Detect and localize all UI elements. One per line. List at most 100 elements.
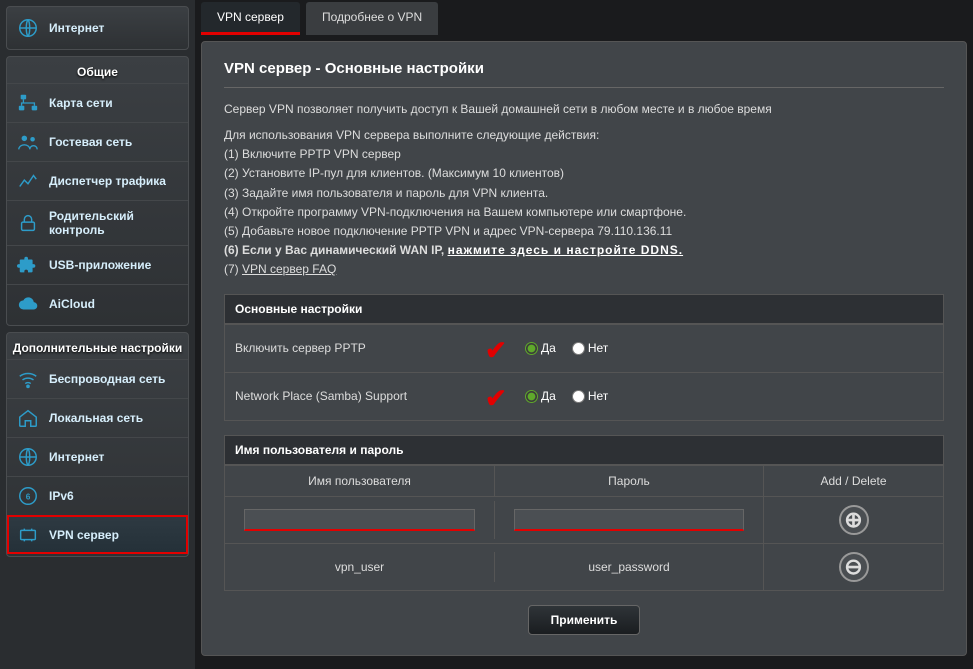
sidebar-label: USB-приложение bbox=[49, 258, 151, 272]
sidebar: Интернет Общие Карта сети Гостевая сеть … bbox=[0, 0, 195, 669]
sidebar-group-header: Общие bbox=[7, 59, 188, 83]
radio-pptp-no[interactable]: Нет bbox=[572, 341, 608, 355]
step-6: (6) Если у Вас динамический WAN IP, нажм… bbox=[224, 241, 944, 260]
user-sample-row: vpn_user user_password ⊖ bbox=[225, 543, 943, 590]
radio-input[interactable] bbox=[525, 390, 538, 403]
delete-button[interactable]: ⊖ bbox=[839, 552, 869, 582]
radio-input[interactable] bbox=[572, 390, 585, 403]
radio-pptp-yes[interactable]: Да bbox=[525, 341, 556, 355]
user-input-row: ⊕ bbox=[225, 496, 943, 543]
lock-icon bbox=[17, 212, 39, 234]
ipv6-icon: 6 bbox=[17, 485, 39, 507]
sidebar-label: Карта сети bbox=[49, 96, 113, 110]
sidebar-item-vpn-server[interactable]: VPN сервер bbox=[7, 515, 188, 554]
sidebar-item-guest-network[interactable]: Гостевая сеть bbox=[7, 122, 188, 161]
radio-label: Да bbox=[541, 389, 556, 403]
apply-wrap: Применить bbox=[224, 591, 944, 637]
sidebar-item-internet-top[interactable]: Интернет bbox=[7, 9, 188, 47]
sidebar-label: Интернет bbox=[49, 21, 104, 35]
row-enable-pptp: Включить сервер PPTP ✔ Да Нет bbox=[225, 324, 943, 372]
sidebar-label: VPN сервер bbox=[49, 528, 119, 542]
check-icon: ✔ bbox=[485, 335, 525, 366]
sidebar-item-wireless[interactable]: Беспроводная сеть bbox=[7, 359, 188, 398]
step7-prefix: (7) bbox=[224, 262, 242, 276]
sample-username: vpn_user bbox=[225, 552, 494, 582]
sidebar-item-network-map[interactable]: Карта сети bbox=[7, 83, 188, 122]
vpn-icon bbox=[17, 524, 39, 546]
section-basic-settings: Основные настройки bbox=[224, 294, 944, 324]
radio-samba-yes[interactable]: Да bbox=[525, 389, 556, 403]
row-samba-support: Network Place (Samba) Support ✔ Да Нет bbox=[225, 372, 943, 420]
sidebar-label: Беспроводная сеть bbox=[49, 372, 165, 386]
section-user-pass: Имя пользователя и пароль bbox=[224, 435, 944, 465]
row-label: Network Place (Samba) Support bbox=[235, 389, 485, 403]
step6-prefix: (6) Если у Вас динамический WAN IP, bbox=[224, 243, 448, 257]
add-button[interactable]: ⊕ bbox=[839, 505, 869, 535]
ddns-link[interactable]: нажмите здесь и настройте DDNS. bbox=[448, 243, 684, 257]
steps-intro: Для использования VPN сервера выполните … bbox=[224, 126, 944, 145]
side-block-general: Общие Карта сети Гостевая сеть Диспетчер… bbox=[6, 56, 189, 326]
radio-input[interactable] bbox=[525, 342, 538, 355]
panel-title: VPN сервер - Основные настройки bbox=[224, 60, 944, 88]
sidebar-label: Локальная сеть bbox=[49, 411, 143, 425]
row-label: Включить сервер PPTP bbox=[235, 341, 485, 355]
side-block-advanced: Дополнительные настройки Беспроводная се… bbox=[6, 332, 189, 557]
sidebar-item-aicloud[interactable]: AiCloud bbox=[7, 284, 188, 323]
steps: Для использования VPN сервера выполните … bbox=[224, 126, 944, 280]
main-content: VPN сервер Подробнее о VPN VPN сервер - … bbox=[195, 0, 973, 669]
faq-link[interactable]: VPN сервер FAQ bbox=[242, 262, 336, 276]
step-5: (5) Добавьте новое подключение PPTP VPN … bbox=[224, 222, 944, 241]
svg-text:6: 6 bbox=[26, 493, 31, 502]
tab-vpn-more[interactable]: Подробнее о VPN bbox=[306, 2, 438, 35]
col-action: Add / Delete bbox=[763, 466, 943, 496]
user-table-header: Имя пользователя Пароль Add / Delete bbox=[225, 465, 943, 496]
tab-vpn-server[interactable]: VPN сервер bbox=[201, 2, 300, 35]
globe-icon bbox=[17, 17, 39, 39]
tabs: VPN сервер Подробнее о VPN bbox=[201, 0, 967, 41]
radio-input[interactable] bbox=[572, 342, 585, 355]
basic-settings-table: Включить сервер PPTP ✔ Да Нет Network Pl… bbox=[224, 324, 944, 421]
check-icon: ✔ bbox=[485, 383, 525, 414]
sidebar-group-header: Дополнительные настройки bbox=[7, 335, 188, 359]
side-block-top: Интернет bbox=[6, 6, 189, 50]
radio-group-pptp: Да Нет bbox=[525, 341, 933, 355]
sidebar-label: Диспетчер трафика bbox=[49, 174, 166, 188]
cloud-icon bbox=[17, 293, 39, 315]
sidebar-label: IPv6 bbox=[49, 489, 74, 503]
step-7: (7) VPN сервер FAQ bbox=[224, 260, 944, 279]
network-icon bbox=[17, 92, 39, 114]
sidebar-item-parental[interactable]: Родительский контроль bbox=[7, 200, 188, 245]
sidebar-item-ipv6[interactable]: 6 IPv6 bbox=[7, 476, 188, 515]
sample-password: user_password bbox=[494, 552, 763, 582]
radio-samba-no[interactable]: Нет bbox=[572, 389, 608, 403]
username-input[interactable] bbox=[244, 509, 475, 531]
sidebar-label: Гостевая сеть bbox=[49, 135, 132, 149]
step-2: (2) Установите IP-пул для клиентов. (Мак… bbox=[224, 164, 944, 183]
sidebar-label: Интернет bbox=[49, 450, 104, 464]
action-cell: ⊕ bbox=[763, 497, 943, 543]
sidebar-label: AiCloud bbox=[49, 297, 95, 311]
sidebar-item-usb[interactable]: USB-приложение bbox=[7, 245, 188, 284]
radio-label: Нет bbox=[588, 341, 608, 355]
intro-text: Сервер VPN позволяет получить доступ к В… bbox=[224, 102, 944, 116]
sidebar-item-traffic[interactable]: Диспетчер трафика bbox=[7, 161, 188, 200]
globe-icon bbox=[17, 446, 39, 468]
password-cell bbox=[494, 501, 763, 539]
password-input[interactable] bbox=[514, 509, 744, 531]
people-icon bbox=[17, 131, 39, 153]
apply-button[interactable]: Применить bbox=[528, 605, 641, 635]
sidebar-item-internet[interactable]: Интернет bbox=[7, 437, 188, 476]
home-icon bbox=[17, 407, 39, 429]
sidebar-item-lan[interactable]: Локальная сеть bbox=[7, 398, 188, 437]
col-password: Пароль bbox=[494, 466, 763, 496]
username-cell bbox=[225, 501, 494, 539]
radio-group-samba: Да Нет bbox=[525, 389, 933, 403]
step-4: (4) Откройте программу VPN-подключения н… bbox=[224, 203, 944, 222]
wifi-icon bbox=[17, 368, 39, 390]
panel: VPN сервер - Основные настройки Сервер V… bbox=[201, 41, 967, 656]
graph-icon bbox=[17, 170, 39, 192]
radio-label: Нет bbox=[588, 389, 608, 403]
col-username: Имя пользователя bbox=[225, 466, 494, 496]
sidebar-label: Родительский контроль bbox=[49, 209, 178, 237]
step-1: (1) Включите PPTP VPN сервер bbox=[224, 145, 944, 164]
